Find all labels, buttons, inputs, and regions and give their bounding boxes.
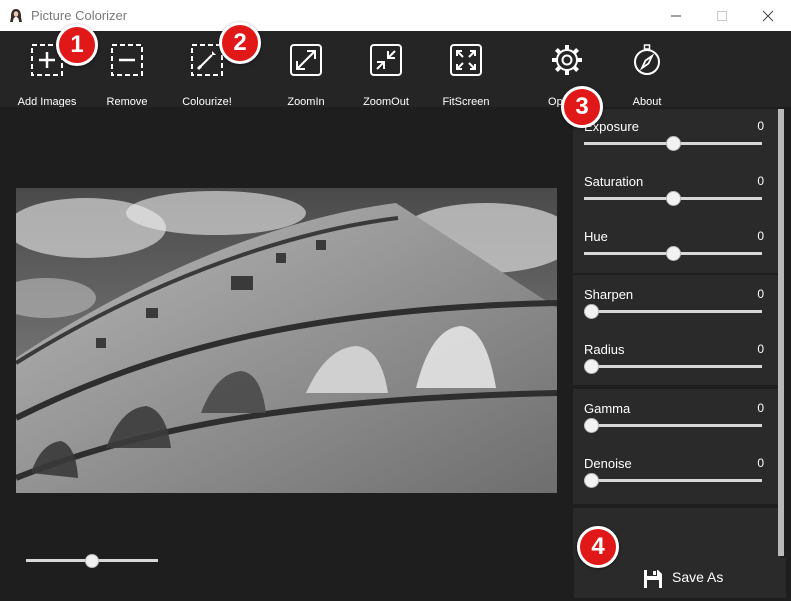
zoom-slider-thumb[interactable]	[85, 554, 99, 568]
denoise-label: Denoise	[584, 456, 632, 471]
hue-slider-thumb[interactable]	[666, 246, 681, 261]
sharpen-adjustment: Sharpen 0	[584, 287, 764, 327]
window-title: Picture Colorizer	[31, 8, 128, 23]
tone-adjustments-group: Gamma 0 Denoise 0	[573, 389, 781, 504]
remove-button[interactable]: Remove	[87, 43, 167, 108]
colosseum-photo	[16, 188, 557, 493]
sharpen-slider-thumb[interactable]	[584, 304, 599, 319]
hue-value: 0	[757, 229, 764, 243]
sharpen-value: 0	[757, 287, 764, 301]
save-as-label: Save As	[672, 569, 724, 585]
step-badge-2: 2	[219, 22, 261, 64]
minimize-button[interactable]	[653, 0, 699, 31]
zoom-in-button[interactable]: ZoomIn	[266, 43, 346, 108]
fit-screen-icon	[450, 44, 482, 76]
color-adjustments-group: Exposure 0 Saturation 0 Hue 0	[573, 109, 781, 273]
exposure-adjustment: Exposure 0	[584, 119, 764, 159]
floppy-disk-icon	[644, 570, 662, 588]
saturation-value: 0	[757, 174, 764, 188]
remove-icon	[111, 44, 143, 76]
gear-icon	[552, 45, 582, 75]
about-button[interactable]: About	[607, 43, 687, 108]
gamma-label: Gamma	[584, 401, 631, 416]
title-bar: Picture Colorizer	[0, 0, 791, 31]
sharpen-slider-track[interactable]	[584, 310, 762, 313]
detail-adjustments-group: Sharpen 0 Radius 0	[573, 275, 781, 385]
step-badge-3: 3	[561, 86, 603, 128]
maximize-icon	[717, 11, 727, 21]
minimize-icon	[671, 15, 681, 17]
saturation-label: Saturation	[584, 174, 644, 189]
denoise-value: 0	[757, 456, 764, 470]
image-canvas[interactable]	[0, 107, 564, 601]
radius-slider-track[interactable]	[584, 365, 762, 368]
saturation-slider-thumb[interactable]	[666, 191, 681, 206]
saturation-adjustment: Saturation 0	[584, 174, 764, 214]
exposure-value: 0	[757, 119, 764, 133]
app-logo-icon	[10, 9, 22, 22]
radius-value: 0	[757, 342, 764, 356]
exposure-slider-thumb[interactable]	[666, 136, 681, 151]
zoom-out-button[interactable]: ZoomOut	[346, 43, 426, 108]
zoom-slider[interactable]	[26, 554, 158, 568]
fit-screen-button[interactable]: FitScreen	[426, 43, 506, 108]
panel-scrollbar[interactable]	[778, 109, 784, 556]
hue-label: Hue	[584, 229, 608, 244]
radius-slider-thumb[interactable]	[584, 359, 599, 374]
gamma-value: 0	[757, 401, 764, 415]
denoise-slider-track[interactable]	[584, 479, 762, 482]
preview-image	[16, 188, 557, 493]
gamma-slider-thumb[interactable]	[584, 418, 599, 433]
compass-icon	[634, 44, 660, 75]
maximize-button[interactable]	[699, 0, 745, 31]
radius-adjustment: Radius 0	[584, 342, 764, 382]
panel-scrollbar-thumb[interactable]	[778, 109, 784, 556]
close-button[interactable]	[745, 0, 791, 31]
denoise-slider-thumb[interactable]	[584, 473, 599, 488]
close-icon	[762, 10, 774, 22]
hue-adjustment: Hue 0	[584, 229, 764, 269]
zoom-in-icon	[290, 44, 322, 76]
gamma-slider-track[interactable]	[584, 424, 762, 427]
radius-label: Radius	[584, 342, 625, 357]
sharpen-label: Sharpen	[584, 287, 634, 302]
step-badge-4: 4	[577, 526, 619, 568]
zoom-out-icon	[370, 44, 402, 76]
denoise-adjustment: Denoise 0	[584, 456, 764, 496]
toolbar: Add Images Remove Colourize! ZoomIn Zoom…	[0, 31, 791, 108]
gamma-adjustment: Gamma 0	[584, 401, 764, 441]
step-badge-1: 1	[56, 24, 98, 66]
